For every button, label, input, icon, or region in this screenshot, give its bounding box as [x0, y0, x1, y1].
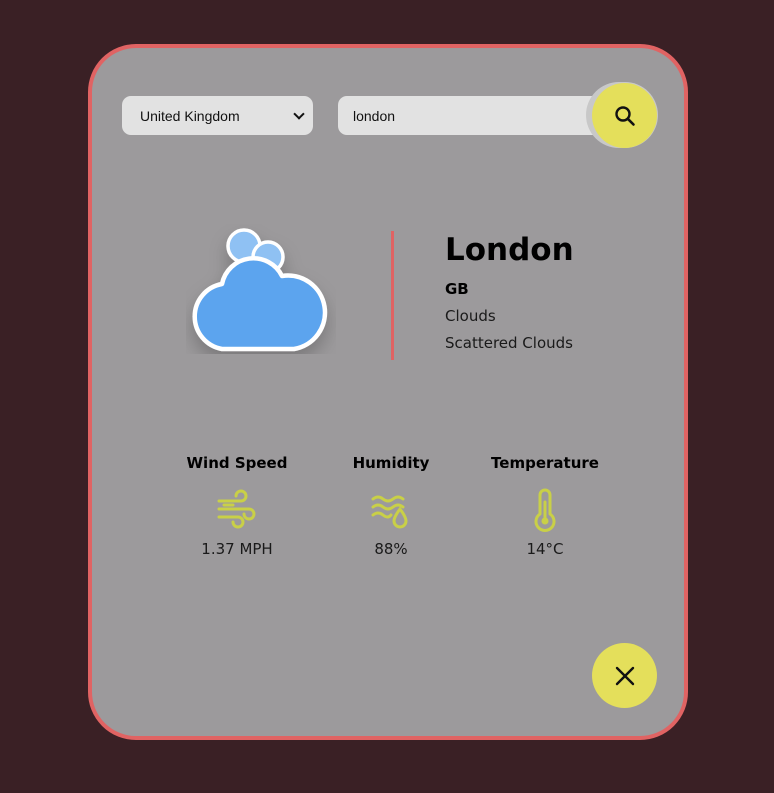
- close-button[interactable]: [592, 643, 657, 708]
- country-select[interactable]: United Kingdom: [122, 96, 313, 135]
- humidity-icon: [371, 495, 408, 529]
- temperature-stat: Temperature 14°C: [475, 454, 615, 558]
- weather-description: Scattered Clouds: [445, 334, 573, 352]
- weather-main: Clouds: [445, 307, 496, 325]
- country-code: GB: [445, 280, 469, 298]
- search-button[interactable]: [592, 83, 657, 148]
- search-icon: [614, 105, 635, 126]
- weather-card: United Kingdom London GB Clouds Scattere…: [88, 44, 688, 740]
- humidity-stat: Humidity 88%: [321, 454, 461, 558]
- chevron-down-icon: [293, 107, 305, 120]
- city-search-input[interactable]: [353, 107, 583, 124]
- wind-speed-value: 1.37 MPH: [201, 540, 273, 558]
- temperature-value: 14°C: [526, 540, 564, 558]
- info-divider: [391, 231, 394, 360]
- thermometer-icon: [534, 488, 556, 532]
- close-icon: [615, 666, 634, 685]
- wind-speed-label: Wind Speed: [186, 454, 288, 472]
- temperature-label: Temperature: [491, 454, 599, 472]
- wind-icon: [217, 489, 256, 529]
- humidity-value: 88%: [374, 540, 408, 558]
- scattered-clouds-icon: [192, 228, 328, 352]
- wind-speed-stat: Wind Speed 1.37 MPH: [167, 454, 307, 558]
- city-search-field[interactable]: [338, 96, 608, 135]
- humidity-label: Humidity: [352, 454, 430, 472]
- country-select-value: United Kingdom: [140, 107, 240, 124]
- city-name: London: [445, 232, 574, 268]
